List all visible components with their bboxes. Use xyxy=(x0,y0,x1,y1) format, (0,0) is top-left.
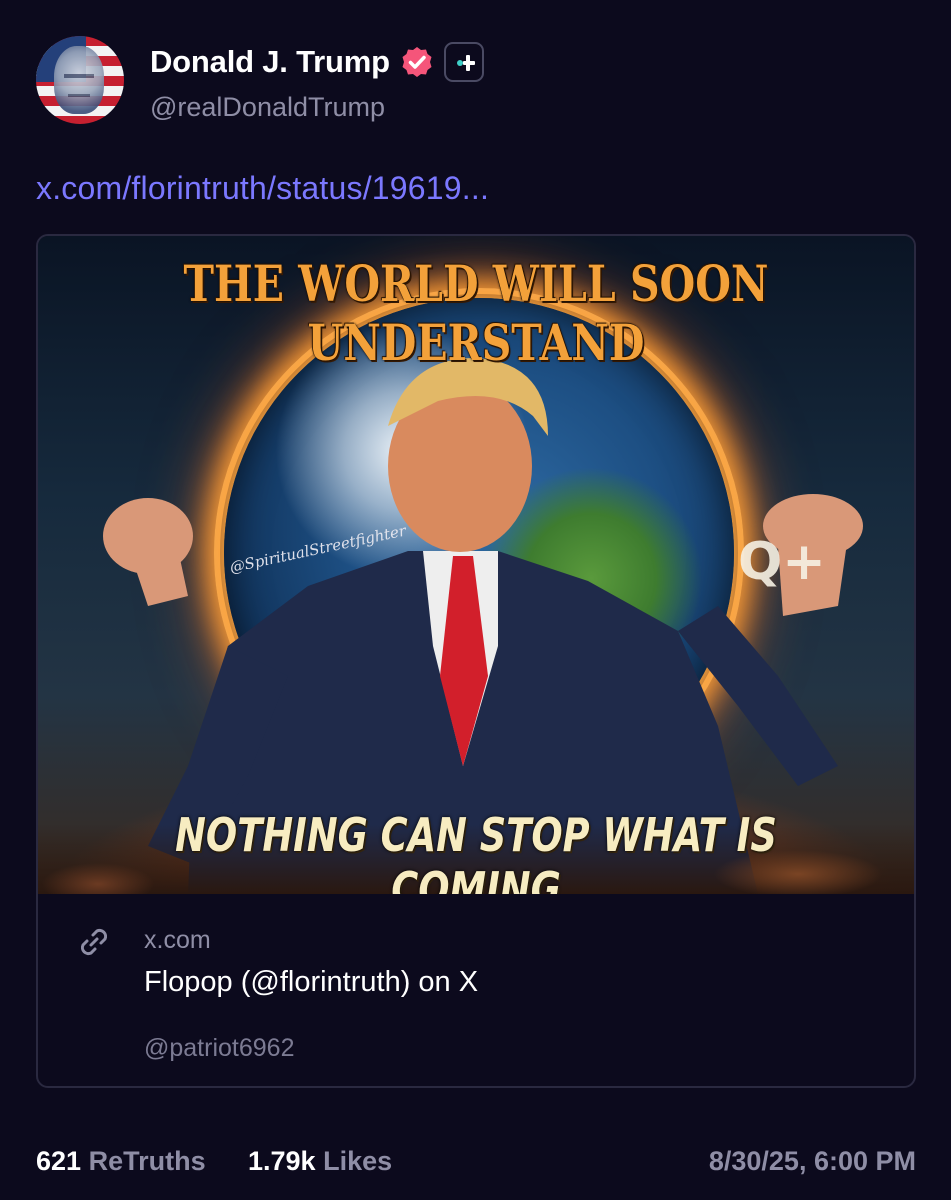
name-row: Donald J. Trump xyxy=(150,42,484,82)
retruths-label: ReTruths xyxy=(88,1146,206,1176)
link-preview-card[interactable]: THE WORLD WILL SOON UNDERSTAND @Spiritua… xyxy=(36,234,916,1088)
image-top-caption: THE WORLD WILL SOON UNDERSTAND xyxy=(183,254,769,372)
image-q-mark: Q+ xyxy=(738,532,826,592)
post-link[interactable]: x.com/florintruth/status/19619... xyxy=(36,170,489,207)
retruths-stat[interactable]: 621 ReTruths xyxy=(36,1146,206,1177)
post-header: Donald J. Trump @realDonaldTrump xyxy=(36,36,916,128)
author-display-name[interactable]: Donald J. Trump xyxy=(150,44,390,80)
plus-badge-dot xyxy=(456,60,463,66)
retruths-count: 621 xyxy=(36,1146,82,1176)
avatar-portrait xyxy=(54,46,104,114)
image-bottom-caption: NOTHING CAN STOP WHAT IS COMING xyxy=(175,808,777,894)
card-author: @patriot6962 xyxy=(144,1034,295,1062)
verified-badge-icon xyxy=(400,45,434,79)
author-handle[interactable]: @realDonaldTrump xyxy=(150,92,385,123)
card-meta[interactable]: x.com Flopop (@florintruth) on X @patrio… xyxy=(38,894,914,1086)
likes-label: Likes xyxy=(323,1146,393,1176)
plus-badge-hbar xyxy=(462,61,475,65)
plus-badge-icon[interactable] xyxy=(443,42,484,82)
card-domain: x.com xyxy=(144,926,211,954)
post-timestamp[interactable]: 8/30/25, 6:00 PM xyxy=(709,1146,916,1177)
likes-count: 1.79k xyxy=(248,1146,316,1176)
card-title[interactable]: Flopop (@florintruth) on X xyxy=(144,966,478,999)
avatar[interactable] xyxy=(36,36,124,124)
post-stats: 621 ReTruths 1.79k Likes 8/30/25, 6:00 P… xyxy=(36,1146,916,1178)
likes-stat[interactable]: 1.79k Likes xyxy=(248,1146,392,1177)
link-icon xyxy=(76,924,112,960)
card-image[interactable]: THE WORLD WILL SOON UNDERSTAND @Spiritua… xyxy=(38,236,914,894)
